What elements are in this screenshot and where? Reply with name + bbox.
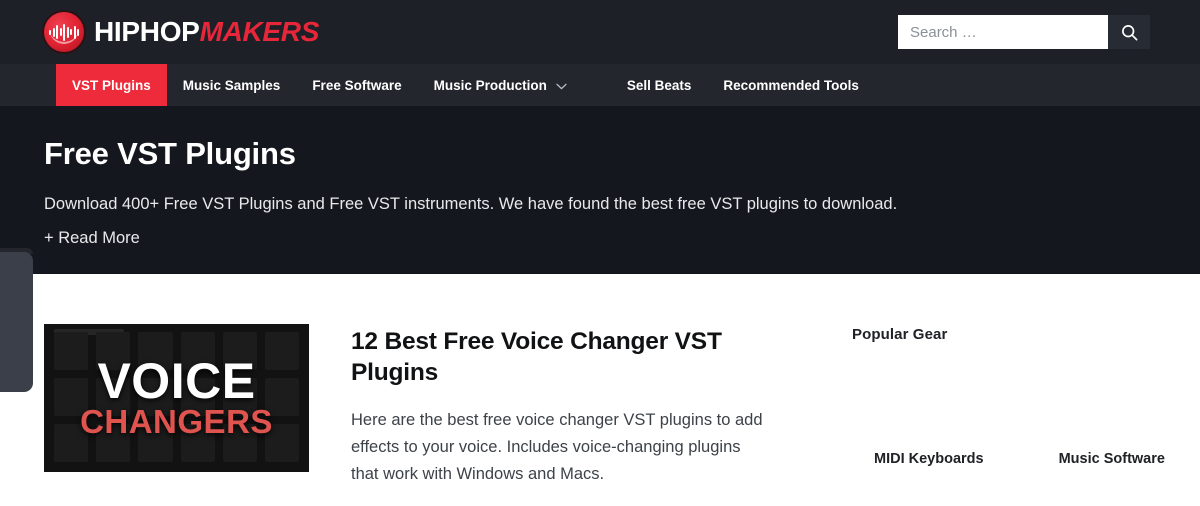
article-card: VOICE CHANGERS 12 Best Free Voice Change… <box>44 324 830 488</box>
nav-item-sell-beats[interactable]: Sell Beats <box>611 64 708 106</box>
logo-wordmark: HIPHOPMAKERS <box>94 18 319 46</box>
nav-item-free-software[interactable]: Free Software <box>296 64 417 106</box>
search-button[interactable] <box>1108 15 1150 49</box>
page-title: Free VST Plugins <box>44 136 296 171</box>
main-navigation: VST Plugins Music Samples Free Software … <box>0 64 1200 106</box>
popular-gear-list: MIDI Keyboards Music Software <box>852 451 1165 467</box>
logo-text-secondary: MAKERS <box>199 16 320 47</box>
share-sidebar-tab[interactable] <box>0 252 33 392</box>
chevron-down-icon <box>556 78 567 93</box>
nav-label: VST Plugins <box>72 77 151 93</box>
nav-label: Music Production <box>433 77 547 93</box>
nav-item-music-samples[interactable]: Music Samples <box>167 64 297 106</box>
search-input[interactable] <box>898 15 1108 49</box>
article-thumbnail[interactable]: VOICE CHANGERS <box>44 324 309 472</box>
search-area <box>898 15 1150 49</box>
hero-section: Free VST Plugins Download 400+ Free VST … <box>0 106 1200 274</box>
article-body: 12 Best Free Voice Changer VST Plugins H… <box>351 324 830 488</box>
nav-label: Music Samples <box>182 77 281 93</box>
page-root: HIPHOPMAKERS VST Plugins Music Samples <box>0 0 1200 506</box>
waveform-bars <box>49 23 79 41</box>
nav-item-recommended-tools[interactable]: Recommended Tools <box>707 64 875 106</box>
waveform-circle-icon <box>44 12 84 52</box>
site-header: HIPHOPMAKERS <box>0 0 1200 64</box>
nav-item-vst-plugins[interactable]: VST Plugins <box>56 64 167 106</box>
thumbnail-line-1: VOICE <box>97 353 256 410</box>
site-logo[interactable]: HIPHOPMAKERS <box>44 12 319 52</box>
hero-description: Download 400+ Free VST Plugins and Free … <box>44 195 898 213</box>
article-excerpt: Here are the best free voice changer VST… <box>351 411 763 483</box>
nav-label: Free Software <box>312 77 402 93</box>
main-content: VOICE CHANGERS 12 Best Free Voice Change… <box>0 274 1200 488</box>
nav-item-music-production[interactable]: Music Production <box>418 64 583 106</box>
thumbnail-overlay-text: VOICE CHANGERS <box>44 324 309 472</box>
search-icon <box>1121 24 1138 41</box>
article-title-link[interactable]: 12 Best Free Voice Changer VST Plugins <box>351 326 751 388</box>
sidebar: Popular Gear MIDI Keyboards Music Softwa… <box>830 324 1165 488</box>
nav-label: Sell Beats <box>626 77 692 93</box>
nav-label: Recommended Tools <box>723 77 859 93</box>
thumbnail-line-2: CHANGERS <box>80 403 273 441</box>
sidebar-heading-popular-gear: Popular Gear <box>852 326 948 343</box>
gear-item-midi-keyboards[interactable]: MIDI Keyboards <box>874 451 984 467</box>
logo-text-primary: HIPHOP <box>94 16 200 47</box>
gear-item-music-software[interactable]: Music Software <box>1059 451 1165 467</box>
read-more-toggle[interactable]: + Read More <box>44 229 140 248</box>
